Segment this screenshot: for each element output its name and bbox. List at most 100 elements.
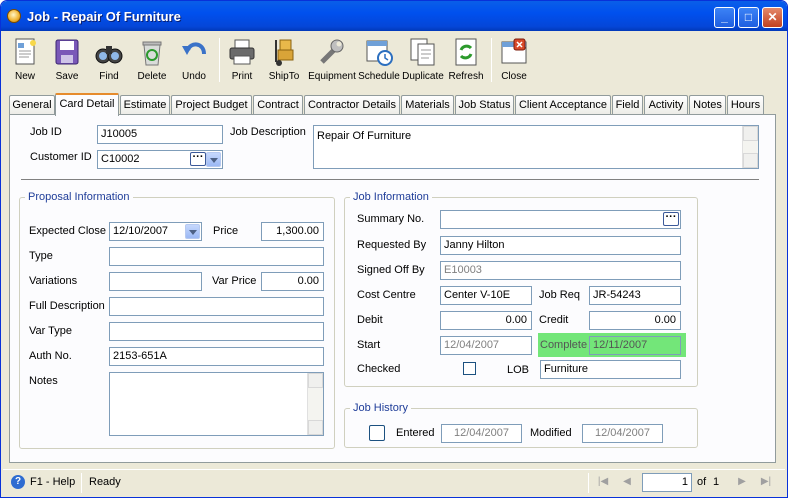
page-number-input[interactable]: 1 <box>642 473 692 492</box>
complete-input[interactable]: 12/11/2007 <box>589 336 681 355</box>
undo-button[interactable]: Undo <box>173 34 215 86</box>
title-bar[interactable]: Job - Repair Of Furniture _ □ ✕ <box>1 1 787 31</box>
expected-close-value: 12/10/2007 <box>113 225 169 237</box>
tab-hours[interactable]: Hours <box>727 95 764 115</box>
scroll-down-button[interactable] <box>743 153 758 168</box>
new-button[interactable]: New <box>4 34 46 86</box>
recycle-bin-icon <box>142 41 162 66</box>
customer-id-input[interactable]: C10002 ··· <box>97 150 223 169</box>
scroll-down-button[interactable] <box>308 420 323 435</box>
find-button[interactable]: Find <box>88 34 130 86</box>
help-icon[interactable]: ? <box>11 475 25 489</box>
entered-checkbox[interactable] <box>369 425 385 441</box>
complete-label: Complete <box>540 339 588 351</box>
tab-client-acceptance[interactable]: Client Acceptance <box>515 95 611 115</box>
summary-lookup-button[interactable]: ··· <box>663 212 679 226</box>
calendar-clock-icon <box>366 40 393 66</box>
requested-by-input[interactable]: Janny Hilton <box>440 236 681 255</box>
tab-job-status[interactable]: Job Status <box>455 95 514 115</box>
proposal-information-title: Proposal Information <box>25 191 133 203</box>
minimize-button[interactable]: _ <box>714 7 735 28</box>
start-label: Start <box>357 339 381 351</box>
start-input[interactable]: 12/04/2007 <box>440 336 532 355</box>
customer-id-value: C10002 <box>101 153 140 165</box>
shipto-button[interactable]: ShipTo <box>263 34 305 86</box>
schedule-button[interactable]: Schedule <box>357 34 401 86</box>
expected-close-label: Expected Close <box>29 225 107 237</box>
tab-contract[interactable]: Contract <box>253 95 303 115</box>
variations-input[interactable] <box>109 272 202 291</box>
entered-label: Entered <box>396 427 435 439</box>
floppy-disk-icon <box>55 39 79 65</box>
delete-button[interactable]: Delete <box>131 34 173 86</box>
debit-input[interactable]: 0.00 <box>440 311 532 330</box>
previous-record-icon[interactable]: ◀ <box>620 475 634 489</box>
job-description-textarea[interactable]: Repair Of Furniture <box>313 125 759 169</box>
summary-no-input[interactable]: ··· <box>440 210 681 229</box>
toolbar-separator <box>491 38 492 82</box>
scroll-up-button[interactable] <box>308 373 323 388</box>
expected-close-dropdown-button[interactable] <box>185 224 200 239</box>
tab-project-budget[interactable]: Project Budget <box>171 95 252 115</box>
customer-lookup-button[interactable]: ··· <box>190 152 206 166</box>
lob-input[interactable]: Furniture <box>540 360 681 379</box>
auth-no-input[interactable]: 2153-651A <box>109 347 324 366</box>
first-record-icon[interactable]: |◀ <box>596 475 610 489</box>
expected-close-picker[interactable]: 12/10/2007 <box>109 222 202 241</box>
credit-input[interactable]: 0.00 <box>589 311 681 330</box>
job-id-input[interactable]: J10005 <box>97 125 223 144</box>
refresh-icon <box>455 38 477 66</box>
cost-centre-input[interactable]: Center V-10E <box>440 286 532 305</box>
last-record-icon[interactable]: ▶| <box>759 475 773 489</box>
binoculars-icon <box>95 46 123 64</box>
close-label: Close <box>501 71 527 82</box>
next-record-icon[interactable]: ▶ <box>735 475 749 489</box>
refresh-button[interactable]: Refresh <box>445 34 487 86</box>
job-description-scrollbar[interactable] <box>742 126 758 168</box>
close-button[interactable]: Close <box>493 34 535 86</box>
entered-date[interactable]: 12/04/2007 <box>441 424 522 443</box>
tab-field[interactable]: Field <box>612 95 643 115</box>
modified-label: Modified <box>530 427 572 439</box>
modified-date[interactable]: 12/04/2007 <box>582 424 663 443</box>
tab-general[interactable]: General <box>9 95 55 115</box>
equipment-button[interactable]: Equipment <box>308 34 356 86</box>
tab-materials[interactable]: Materials <box>401 95 454 115</box>
job-information-title: Job Information <box>350 191 432 203</box>
maximize-button[interactable]: □ <box>738 7 759 28</box>
job-window: Job - Repair Of Furniture _ □ ✕ New Save… <box>0 0 788 498</box>
close-window-button[interactable]: ✕ <box>762 7 783 28</box>
print-label: Print <box>231 71 253 82</box>
save-label: Save <box>55 71 79 82</box>
save-button[interactable]: Save <box>46 34 88 86</box>
price-input[interactable]: 1,300.00 <box>261 222 324 241</box>
var-price-input[interactable]: 0.00 <box>261 272 324 291</box>
scroll-up-button[interactable] <box>743 126 758 141</box>
job-id-label: Job ID <box>30 126 62 138</box>
tab-notes[interactable]: Notes <box>689 95 726 115</box>
customer-dropdown-button[interactable] <box>206 152 221 167</box>
hand-truck-boxes-icon <box>275 39 294 66</box>
full-description-input[interactable] <box>109 297 324 316</box>
help-text: F1 - Help <box>30 476 76 488</box>
job-req-label: Job Req <box>539 289 580 301</box>
print-button[interactable]: Print <box>221 34 263 86</box>
tab-contractor-details[interactable]: Contractor Details <box>304 95 400 115</box>
window-title: Job - Repair Of Furniture <box>27 9 181 24</box>
undo-label: Undo <box>182 71 206 82</box>
toolbar-separator <box>219 38 220 82</box>
duplicate-button[interactable]: Duplicate <box>401 34 445 86</box>
checked-checkbox[interactable] <box>463 362 476 375</box>
var-type-input[interactable] <box>109 322 324 341</box>
tab-estimate[interactable]: Estimate <box>120 95 170 115</box>
of-label: of <box>697 476 707 488</box>
duplicate-label: Duplicate <box>402 71 444 82</box>
tab-activity[interactable]: Activity <box>644 95 688 115</box>
notes-textarea[interactable] <box>109 372 324 436</box>
job-req-input[interactable]: JR-54243 <box>589 286 681 305</box>
signed-off-by-input[interactable]: E10003 <box>440 261 681 280</box>
var-price-label: Var Price <box>212 275 257 287</box>
tab-card-detail[interactable]: Card Detail <box>55 93 119 116</box>
type-input[interactable] <box>109 247 324 266</box>
notes-scrollbar[interactable] <box>307 373 323 435</box>
